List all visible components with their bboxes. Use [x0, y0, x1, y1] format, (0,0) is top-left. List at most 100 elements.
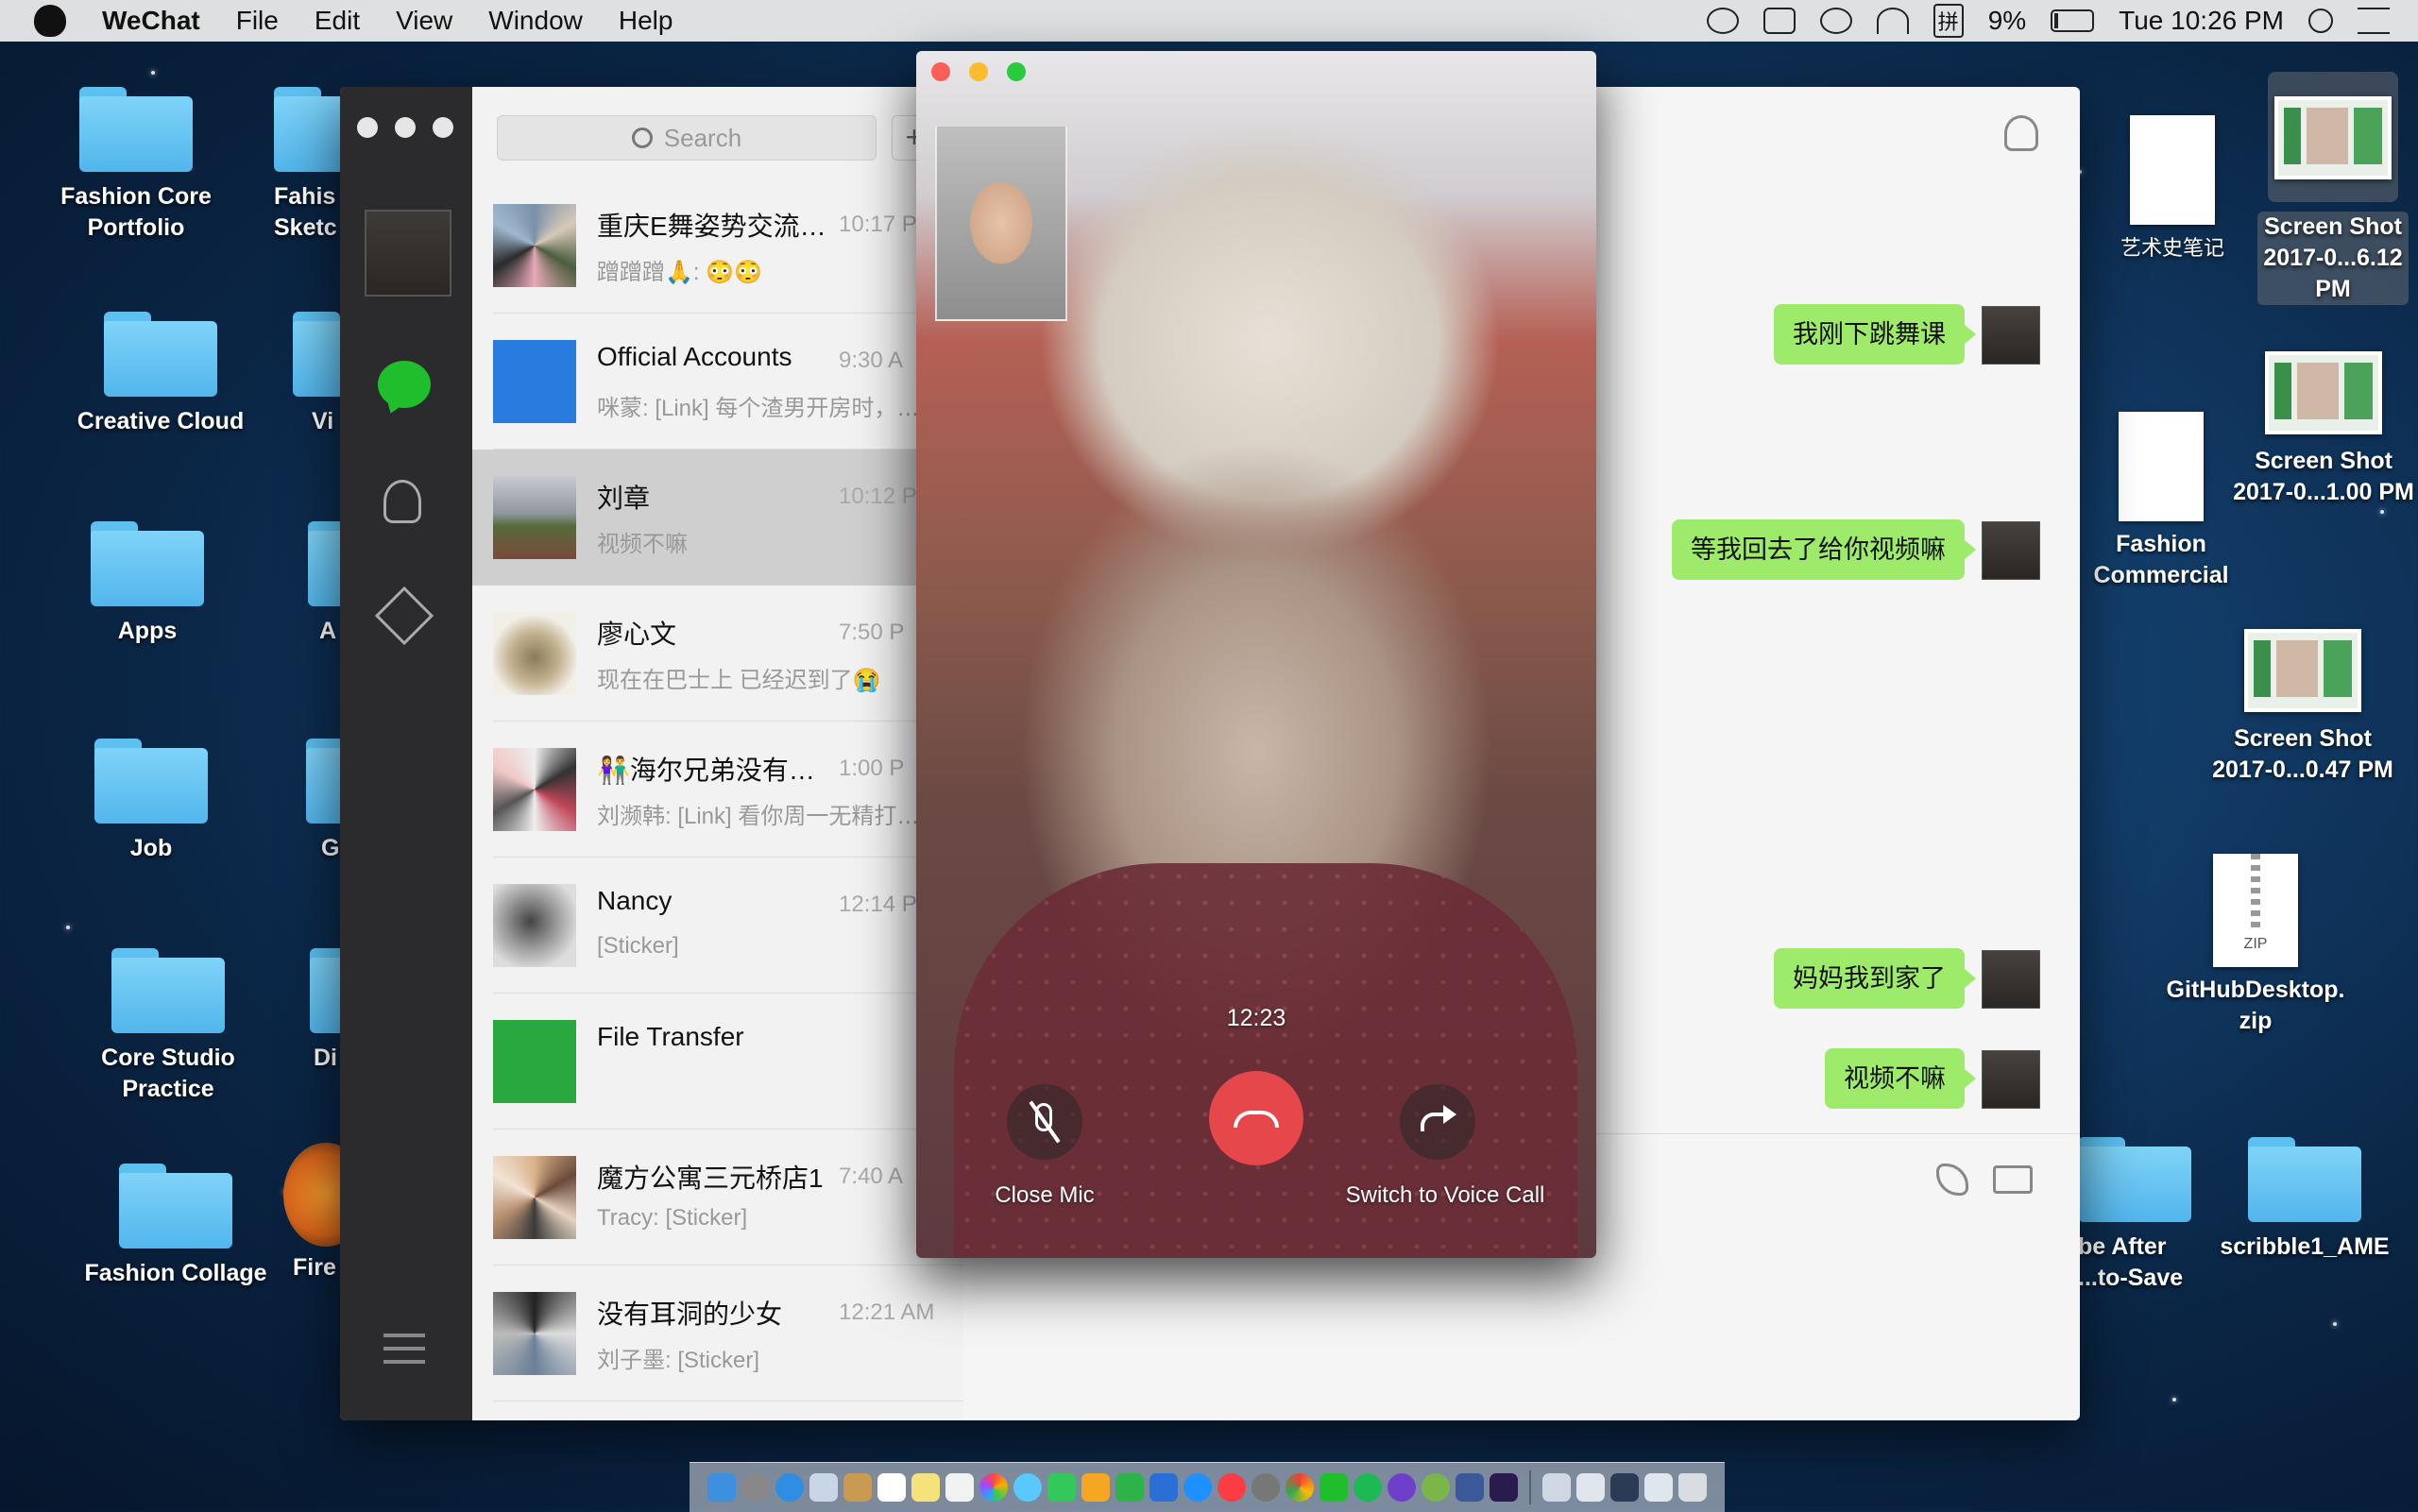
- desktop-folder[interactable]: Fahis Sketc: [227, 87, 340, 244]
- numbers-icon[interactable]: [1115, 1473, 1144, 1502]
- finder-icon[interactable]: [707, 1473, 736, 1502]
- chat-list-item[interactable]: 没有耳洞的少女 12:21 AM 刘子墨: [Sticker]: [472, 1266, 963, 1402]
- launchpad-icon[interactable]: [741, 1473, 770, 1502]
- messages-icon[interactable]: [1013, 1473, 1042, 1502]
- battery-icon[interactable]: [2051, 9, 2095, 32]
- github-icon[interactable]: [1388, 1473, 1416, 1502]
- contacts-tab-icon[interactable]: [383, 480, 421, 523]
- window-minimize-button[interactable]: [395, 117, 416, 138]
- video-close-button[interactable]: [931, 62, 950, 81]
- desktop-folder[interactable]: Di: [304, 948, 340, 1074]
- sourcetree-icon[interactable]: [1422, 1473, 1450, 1502]
- desktop-folder[interactable]: be After ...to-Save: [2078, 1137, 2210, 1294]
- switch-to-voice-button[interactable]: [1400, 1084, 1475, 1160]
- switch-to-voice-label[interactable]: Switch to Voice Call: [1322, 1182, 1568, 1209]
- menu-edit[interactable]: Edit: [315, 6, 360, 36]
- message-bubble-sent[interactable]: 妈妈我到家了: [1774, 948, 1976, 1009]
- wechat-status-icon[interactable]: [1706, 8, 1739, 34]
- itunes-icon[interactable]: [1218, 1473, 1246, 1502]
- trash-icon[interactable]: [1678, 1473, 1707, 1502]
- message-bubble-sent[interactable]: 我刚下跳舞课: [1774, 304, 1976, 365]
- wifi-icon[interactable]: [1876, 8, 1909, 34]
- my-message-avatar[interactable]: [1982, 306, 2040, 365]
- message-bubble-sent[interactable]: 视频不嘛: [1825, 1048, 1976, 1109]
- documents-stack-icon[interactable]: [1576, 1473, 1605, 1502]
- chat-list-item[interactable]: Nancy 12:14 P [Sticker]: [472, 858, 963, 994]
- chats-tab-icon[interactable]: [378, 361, 431, 408]
- safari-icon[interactable]: [775, 1473, 804, 1502]
- chat-list-item[interactable]: Official Accounts 9:30 A 咪蒙: [Link] 每个渣男…: [472, 314, 963, 450]
- desktop-document[interactable]: 艺术史笔记: [2087, 115, 2257, 263]
- calendar-icon[interactable]: [877, 1473, 906, 1502]
- chat-list-item-selected[interactable]: 刘章 10:12 P 视频不嘛: [472, 450, 963, 586]
- screenshot-stack-icon[interactable]: [1644, 1473, 1673, 1502]
- desktop-folder[interactable]: Creative Cloud: [57, 312, 264, 437]
- desktop-folder[interactable]: scribble1_AME: [2201, 1137, 2409, 1263]
- downloads-stack-icon[interactable]: [1542, 1473, 1571, 1502]
- self-video-preview[interactable]: [935, 125, 1067, 321]
- chat-list-item[interactable]: File Transfer: [472, 994, 963, 1130]
- pages-icon[interactable]: [1081, 1473, 1110, 1502]
- spotlight-search-icon[interactable]: [2308, 8, 2333, 33]
- my-avatar[interactable]: [365, 210, 451, 297]
- app-icon[interactable]: [1456, 1473, 1484, 1502]
- search-input[interactable]: Search: [497, 115, 877, 161]
- reminders-icon[interactable]: [945, 1473, 974, 1502]
- menu-app-name[interactable]: WeChat: [102, 6, 200, 36]
- close-mic-button[interactable]: [1007, 1084, 1082, 1160]
- voice-call-icon[interactable]: [1936, 1164, 1968, 1196]
- window-close-button[interactable]: [357, 117, 378, 138]
- message-bubble-sent[interactable]: 等我回去了给你视频嘛: [1672, 519, 1976, 580]
- close-mic-label[interactable]: Close Mic: [969, 1182, 1120, 1209]
- stickies-icon[interactable]: [911, 1473, 940, 1502]
- desktop-folder[interactable]: Fashion Collage: [72, 1164, 280, 1289]
- desktop-screenshot[interactable]: Screen Shot 2017-0...0.47 PM: [2208, 629, 2397, 786]
- video-zoom-button[interactable]: [1007, 62, 1026, 81]
- menu-window[interactable]: Window: [488, 6, 583, 36]
- menu-file[interactable]: File: [236, 6, 279, 36]
- notification-center-icon[interactable]: [2358, 8, 2390, 34]
- input-method-icon[interactable]: 拼: [1933, 4, 1964, 38]
- desktop-app[interactable]: Fire: [283, 1143, 340, 1283]
- video-minimize-button[interactable]: [969, 62, 988, 81]
- after-effects-icon[interactable]: [1490, 1473, 1518, 1502]
- chat-info-icon[interactable]: [2004, 115, 2038, 151]
- creative-cloud-icon[interactable]: [1819, 8, 1852, 34]
- desktop-folder[interactable]: Vi: [283, 312, 340, 437]
- chat-list-item[interactable]: 魔方公寓三元桥店1 7:40 A Tracy: [Sticker]: [472, 1130, 963, 1266]
- desktop-screenshot[interactable]: Screen Shot 2017-0...6.12 PM: [2248, 72, 2418, 305]
- desktop-folder[interactable]: Fashion Core Portfolio: [32, 87, 240, 244]
- facetime-icon[interactable]: [1047, 1473, 1076, 1502]
- keynote-icon[interactable]: [1149, 1473, 1178, 1502]
- chrome-icon[interactable]: [1286, 1473, 1314, 1502]
- desktop-folder[interactable]: G: [300, 739, 340, 864]
- my-message-avatar[interactable]: [1982, 521, 2040, 580]
- notes-icon[interactable]: [843, 1473, 872, 1502]
- hang-up-button[interactable]: [1209, 1071, 1303, 1165]
- menu-clock[interactable]: Tue 10:26 PM: [2119, 6, 2284, 36]
- window-status-icon[interactable]: [1762, 8, 1796, 34]
- desktop-document[interactable]: Fashion Commercial: [2067, 412, 2256, 591]
- window-stack-icon[interactable]: [1610, 1473, 1639, 1502]
- wechat-dock-icon[interactable]: [1320, 1473, 1348, 1502]
- desktop-zip[interactable]: ZIP GitHubDesktop. zip: [2161, 854, 2350, 1037]
- system-preferences-icon[interactable]: [1252, 1473, 1280, 1502]
- favorites-tab-icon[interactable]: [374, 586, 434, 646]
- preview-icon[interactable]: [809, 1473, 838, 1502]
- desktop-folder[interactable]: Core Studio Practice: [64, 948, 272, 1105]
- video-call-icon[interactable]: [1993, 1165, 2033, 1194]
- desktop-screenshot[interactable]: Screen Shot 2017-0...1.00 PM: [2229, 351, 2418, 508]
- my-message-avatar[interactable]: [1982, 1050, 2040, 1109]
- app-store-icon[interactable]: [1183, 1473, 1212, 1502]
- chat-list-item[interactable]: 👫海尔兄弟没有… 1:00 P 刘濒韩: [Link] 看你周一无精打…: [472, 722, 963, 858]
- spotify-icon[interactable]: [1354, 1473, 1382, 1502]
- window-zoom-button[interactable]: [433, 117, 453, 138]
- photos-icon[interactable]: [979, 1473, 1008, 1502]
- menu-help[interactable]: Help: [619, 6, 673, 36]
- desktop-folder[interactable]: Job: [47, 739, 255, 864]
- my-message-avatar[interactable]: [1982, 950, 2040, 1009]
- chat-list-item[interactable]: 重庆E舞姿势交流… 10:17 P 蹭蹭蹭🙏: 😳😳: [472, 178, 963, 314]
- desktop-folder[interactable]: A: [302, 521, 340, 647]
- desktop-folder[interactable]: Apps: [43, 521, 251, 647]
- menu-view[interactable]: View: [396, 6, 452, 36]
